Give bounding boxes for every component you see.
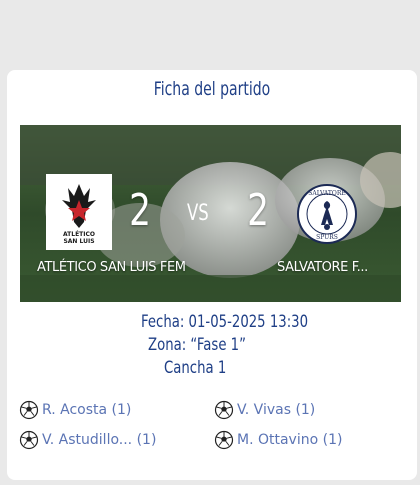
home-score: 2 — [129, 185, 151, 236]
soccer-ball-icon — [19, 430, 39, 450]
soccer-ball-icon — [214, 400, 234, 420]
home-team-name: ATLÉTICO SAN LUIS FEM — [37, 260, 186, 275]
scorer-label: V. Vivas (1) — [237, 402, 316, 418]
scorer-label: R. Acosta (1) — [42, 402, 132, 418]
match-field: Cancha 1 — [164, 358, 227, 378]
away-scorer: M. Ottavino (1) — [214, 430, 342, 450]
away-scorer: V. Vivas (1) — [214, 400, 315, 420]
vs-label: VS — [187, 201, 209, 226]
home-team-logo: ATLÉTICO SAN LUIS — [46, 174, 112, 250]
away-score: 2 — [247, 185, 269, 236]
soccer-ball-icon — [19, 400, 39, 420]
away-team-logo: SALVATORE SPURS — [297, 179, 357, 254]
svg-text:SAN LUIS: SAN LUIS — [63, 238, 94, 245]
scorer-label: M. Ottavino (1) — [237, 432, 343, 448]
match-zone: Zona: “Fase 1” — [148, 335, 246, 355]
away-team-name: SALVATORE F... — [277, 260, 368, 275]
deer-emblem-icon: ATLÉTICO SAN LUIS — [62, 184, 96, 245]
match-banner: ATLÉTICO SAN LUIS 2 VS 2 SALVATORE SPURS… — [20, 125, 401, 302]
spurs-crest-icon: SALVATORE SPURS — [297, 184, 357, 244]
svg-text:SALVATORE: SALVATORE — [308, 190, 345, 197]
svg-text:SPURS: SPURS — [316, 234, 338, 241]
match-date: Fecha: 01-05-2025 13:30 — [141, 312, 309, 332]
home-scorer: R. Acosta (1) — [19, 400, 131, 420]
soccer-ball-icon — [214, 430, 234, 450]
home-scorer: V. Astudillo... (1) — [19, 430, 156, 450]
scorer-label: V. Astudillo... (1) — [42, 432, 157, 448]
match-card: Ficha del partido ATLÉTICO SAN LUIS 2 VS… — [7, 70, 417, 480]
card-title: Ficha del partido — [153, 78, 271, 100]
svg-text:ATLÉTICO: ATLÉTICO — [63, 230, 95, 238]
